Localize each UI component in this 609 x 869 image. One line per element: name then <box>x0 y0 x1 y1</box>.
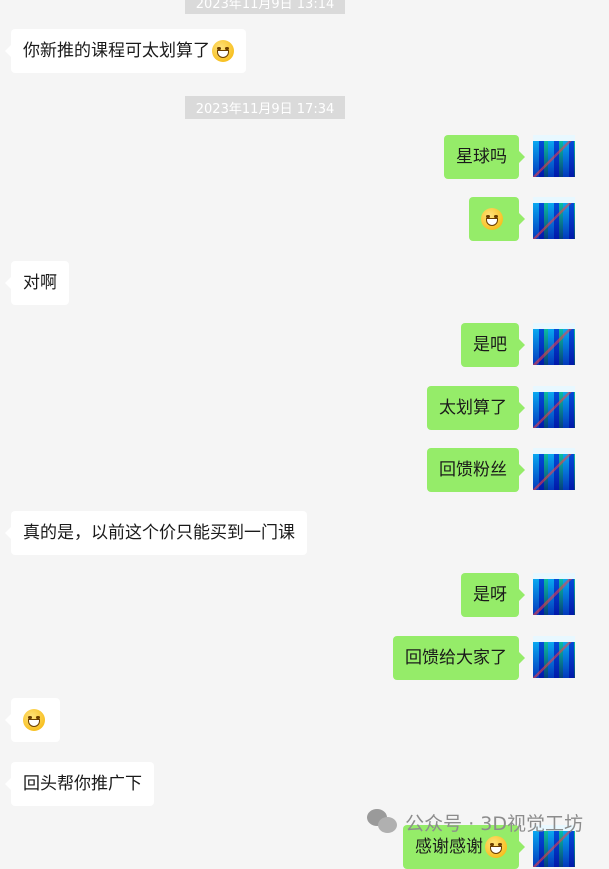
user-avatar[interactable] <box>533 323 575 365</box>
message-bubble-incoming[interactable]: 回头帮你推广下 <box>5 762 154 806</box>
message-bubble-outgoing[interactable]: 回馈给大家了 <box>393 636 525 680</box>
laughing-tears-emoji-icon <box>481 208 503 230</box>
message-text: 真的是，以前这个价只能买到一门课 <box>23 523 295 543</box>
message-text: 你新推的课程可太划算了 <box>23 41 210 61</box>
user-avatar[interactable] <box>533 573 575 615</box>
grinning-emoji-icon <box>23 709 45 731</box>
user-avatar[interactable] <box>533 448 575 490</box>
user-avatar[interactable] <box>533 636 575 678</box>
message-bubble-incoming[interactable] <box>5 698 60 742</box>
user-avatar[interactable] <box>533 197 575 239</box>
message-text: 星球吗 <box>456 147 507 167</box>
wechat-icon <box>367 809 398 835</box>
message-bubble-incoming[interactable]: 对啊 <box>5 261 69 305</box>
message-text: 感谢感谢 <box>415 837 483 857</box>
message-bubble-outgoing[interactable]: 是呀 <box>461 573 525 617</box>
message-text: 是呀 <box>473 585 507 605</box>
message-bubble-outgoing[interactable]: 星球吗 <box>444 135 525 179</box>
message-bubble-outgoing[interactable]: 回馈粉丝 <box>427 448 525 492</box>
message-text: 回头帮你推广下 <box>23 774 142 794</box>
message-text: 太划算了 <box>439 398 507 418</box>
message-bubble-outgoing[interactable]: 是吧 <box>461 323 525 367</box>
laughing-tears-emoji-icon <box>212 40 234 62</box>
message-bubble-incoming[interactable]: 真的是，以前这个价只能买到一门课 <box>5 511 307 555</box>
watermark-text: 公众号 · 3D视觉工坊 <box>405 812 583 835</box>
user-avatar[interactable] <box>533 135 575 177</box>
message-text: 对啊 <box>23 273 57 293</box>
grinning-emoji-icon <box>485 836 507 858</box>
timestamp: 2023年11月9日 17:34 <box>185 96 345 119</box>
message-text: 回馈粉丝 <box>439 460 507 480</box>
message-text: 回馈给大家了 <box>405 648 507 668</box>
timestamp: 2023年11月9日 13:14 <box>185 0 345 14</box>
message-bubble-outgoing[interactable]: 太划算了 <box>427 386 525 430</box>
user-avatar[interactable] <box>533 386 575 428</box>
message-bubble-outgoing[interactable] <box>469 197 525 241</box>
message-bubble-incoming[interactable]: 你新推的课程可太划算了 <box>5 29 246 73</box>
message-text: 是吧 <box>473 335 507 355</box>
watermark: 公众号 · 3D视觉工坊 <box>367 807 583 837</box>
chat-area[interactable]: 2023年11月9日 13:14 你新推的课程可太划算了 2023年11月9日 … <box>0 0 609 869</box>
